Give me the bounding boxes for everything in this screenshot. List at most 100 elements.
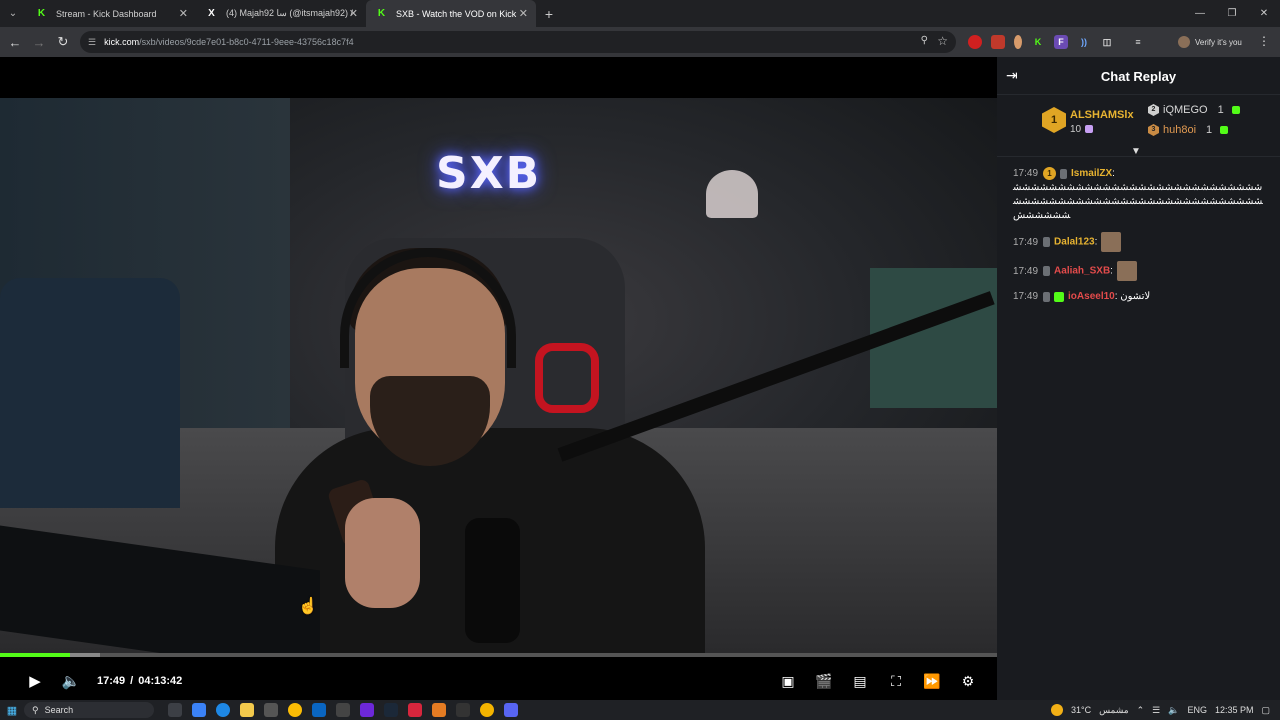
system-tray: 31°C مشمس ⌃ ☰ 🔈 ENG 12:35 PM ▢ <box>1050 700 1270 720</box>
leaderboard-count-2: 1 <box>1217 104 1224 116</box>
volume-icon[interactable]: 🔈 <box>53 672 89 690</box>
kick-extension-icon[interactable]: K <box>1031 35 1045 49</box>
message-user[interactable]: Aaliah_SXB <box>1054 266 1110 277</box>
browser-toolbar: ← → ↻ ☰ kick.com /sxb/videos/9cde7e01-b8… <box>0 27 1280 57</box>
new-tab-button[interactable]: + <box>536 6 562 22</box>
app-icon[interactable] <box>432 703 446 717</box>
zoom-icon[interactable]: ⚲ <box>921 35 928 46</box>
sub-badge-icon <box>1043 291 1051 302</box>
adblock-extension-icon[interactable] <box>968 35 982 49</box>
message-user[interactable]: Dalal123 <box>1054 237 1095 248</box>
leaderboard-row-2: 2 iQMEGO 1 <box>1148 104 1240 116</box>
chrome-icon[interactable] <box>288 703 302 717</box>
playback-speed-icon[interactable]: ⏩ <box>921 673 943 690</box>
more-menu-icon[interactable]: ⋮ <box>1258 34 1270 48</box>
clock[interactable]: 12:35 PM <box>1215 705 1254 715</box>
message-user[interactable]: ioAseel10 <box>1068 291 1115 302</box>
message-text: شششششششششششششششششششششششششششششششششششششششش… <box>1013 182 1263 222</box>
edge-icon[interactable] <box>216 703 230 717</box>
pip-icon[interactable]: ▣ <box>777 673 799 690</box>
bookmark-star-icon[interactable]: ☆ <box>937 34 948 48</box>
close-tab-icon[interactable]: ✕ <box>519 7 528 20</box>
message-time: 17:49 <box>1013 265 1039 277</box>
tab-kick-dashboard[interactable]: K Stream - Kick Dashboard ✕ <box>26 0 196 27</box>
browser-tab-strip: ⌄ K Stream - Kick Dashboard ✕ X (4) Maja… <box>0 0 1280 27</box>
subscriber-badge-icon <box>1054 291 1065 302</box>
message-user[interactable]: IsmailZX <box>1071 168 1112 179</box>
store-icon[interactable] <box>264 703 278 717</box>
gift-icon <box>1220 126 1229 134</box>
task-view-icon[interactable] <box>168 703 182 717</box>
copilot-icon[interactable] <box>192 703 206 717</box>
settings-gear-icon[interactable]: ⚙ <box>957 673 979 690</box>
close-tab-icon[interactable]: ✕ <box>349 7 358 20</box>
seek-bar[interactable] <box>0 653 997 657</box>
profile-button[interactable]: Verify it's you <box>1178 33 1242 51</box>
pinned-apps <box>168 703 518 717</box>
theater-mode-icon[interactable]: ▤ <box>849 673 871 690</box>
steam-icon[interactable] <box>384 703 398 717</box>
chat-message: 17:49 1 IsmailZX: شششششششششششششششششششششششش… <box>1013 167 1263 222</box>
address-bar[interactable]: ☰ kick.com /sxb/videos/9cde7e01-b8c0-471… <box>80 31 956 53</box>
puzzle-extensions-icon[interactable]: ◫ <box>1100 35 1114 49</box>
close-tab-icon[interactable]: ✕ <box>179 7 188 20</box>
rank-2-badge: 2 <box>1148 104 1159 116</box>
time-display: 17:49 / 04:13:42 <box>97 675 182 687</box>
back-icon[interactable]: ← <box>3 35 27 50</box>
tab-sxb-vod[interactable]: K SXB - Watch the VOD on Kick ✕ <box>366 0 536 27</box>
x-favicon-icon: X <box>208 8 215 19</box>
wifi-icon[interactable]: ☰ <box>1152 705 1160 716</box>
app-icon[interactable] <box>360 703 374 717</box>
leaderboard-user-2[interactable]: iQMEGO <box>1163 104 1208 116</box>
video-player[interactable]: SXB ☝ ▶ 🔈 17:49 / 04:13:42 ▣ 🎬 ▤ ⛶ ⏩ ⚙ <box>0 57 997 705</box>
tray-chevron-icon[interactable]: ⌃ <box>1137 705 1145 716</box>
duration: 04:13:42 <box>138 675 183 687</box>
translate-extension-icon[interactable]: )) <box>1077 35 1091 49</box>
restore-icon[interactable]: ❐ <box>1216 0 1248 27</box>
windows-taskbar: ▦ ⚲ Search 31°C مشمس ⌃ ☰ 🔈 ENG 12:35 PM … <box>0 700 1280 720</box>
leaderboard-user-1[interactable]: ALSHAMSlx <box>1070 109 1134 121</box>
close-window-icon[interactable]: ✕ <box>1248 0 1280 27</box>
site-info-icon[interactable]: ☰ <box>88 37 96 48</box>
app-icon[interactable] <box>408 703 422 717</box>
app-icon[interactable] <box>336 703 350 717</box>
avatar <box>1178 36 1190 48</box>
discord-icon[interactable] <box>504 703 518 717</box>
chat-message: 17:49 ioAseel10: لاتشون <box>1013 291 1151 303</box>
extension-icon[interactable] <box>1014 35 1022 49</box>
window-controls: — ❐ ✕ <box>1184 0 1280 27</box>
tab-x-profile[interactable]: X (4) Majah92 سا (@itsmajah92) / ✕ <box>196 0 366 27</box>
outlook-icon[interactable] <box>312 703 326 717</box>
video-frame[interactable]: SXB ☝ <box>0 98 997 653</box>
forward-icon[interactable]: → <box>27 35 51 50</box>
tab-search-icon[interactable]: ⌄ <box>0 0 26 27</box>
volume-tray-icon[interactable]: 🔈 <box>1168 705 1179 716</box>
clip-icon[interactable]: 🎬 <box>813 673 835 690</box>
chat-header: ⇥ Chat Replay <box>997 57 1280 95</box>
weather-icon[interactable] <box>1050 704 1063 716</box>
sub-badge-icon <box>1060 168 1068 179</box>
file-explorer-icon[interactable] <box>240 703 254 717</box>
leaderboard-row-3: 3 huh8oi 1 <box>1148 124 1229 136</box>
app-icon[interactable] <box>456 703 470 717</box>
search-placeholder: Search <box>44 705 74 715</box>
message-time: 17:49 <box>1013 236 1039 248</box>
leaderboard-user-3[interactable]: huh8oi <box>1163 124 1196 136</box>
language-indicator[interactable]: ENG <box>1187 705 1207 715</box>
frankerfacez-extension-icon[interactable]: F <box>1054 35 1068 49</box>
emote-icon <box>1101 232 1122 253</box>
play-icon[interactable]: ▶ <box>17 672 53 690</box>
minimize-icon[interactable]: — <box>1184 0 1216 27</box>
notification-icon[interactable]: ▢ <box>1261 705 1270 716</box>
app-icon[interactable] <box>480 703 494 717</box>
expand-leaderboard-icon[interactable]: ▼ <box>1131 146 1141 157</box>
weather-temp: 31°C <box>1070 705 1092 715</box>
start-button-icon[interactable]: ▦ <box>0 704 24 717</box>
fullscreen-icon[interactable]: ⛶ <box>885 673 907 690</box>
gift-leaderboard: 1 ALSHAMSlx 10 2 iQMEGO 1 3 huh8oi 1 ▼ <box>997 95 1280 157</box>
calendar-extension-icon[interactable] <box>991 35 1005 49</box>
reading-list-icon[interactable]: ≡ <box>1131 35 1145 49</box>
rank-3-badge: 3 <box>1148 124 1159 136</box>
taskbar-search[interactable]: ⚲ Search <box>24 702 154 718</box>
reload-icon[interactable]: ↻ <box>51 34 75 50</box>
